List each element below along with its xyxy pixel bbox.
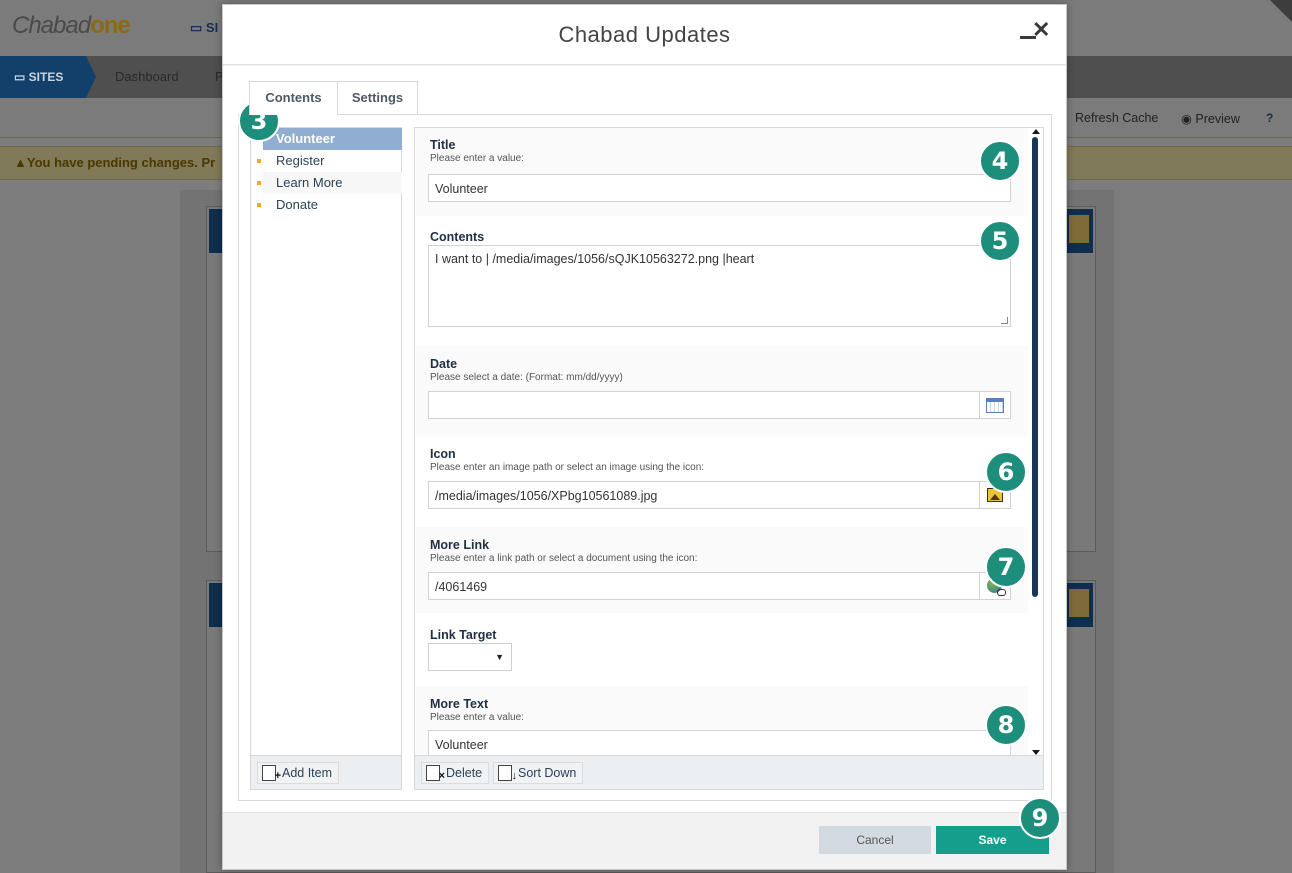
note-icon <box>1069 589 1089 617</box>
add-document-icon: + <box>262 765 281 782</box>
list-item-register[interactable]: Register <box>257 150 402 172</box>
form-scroll-area: Title Please enter a value: Volunteer Co… <box>415 128 1043 756</box>
icon-field: Icon Please enter an image path or selec… <box>416 436 1028 527</box>
sort-down-button[interactable]: ↓ Sort Down <box>493 762 584 784</box>
more-link-input[interactable]: /4061469 <box>428 572 980 600</box>
more-text-input[interactable]: Volunteer <box>428 730 1011 756</box>
item-form: Title Please enter a value: Volunteer Co… <box>414 127 1044 790</box>
dialog-title: Chabad Updates <box>558 22 731 47</box>
scroll-up-icon[interactable] <box>1032 129 1040 134</box>
more-link-label: More Link <box>430 538 490 552</box>
contents-textarea[interactable]: I want to | /media/images/1056/sQJK10563… <box>428 245 1011 327</box>
form-scrollbar[interactable] <box>1028 128 1043 756</box>
callout-badge: 6 <box>985 451 1027 493</box>
chabad-updates-dialog: Chabad Updates ✕ Contents Settings Volun… <box>222 4 1067 870</box>
more-text-field: More Text Please enter a value: Voluntee… <box>416 686 1028 756</box>
help-icon[interactable]: ? <box>1266 111 1273 125</box>
callout-badge: 9 <box>1019 797 1061 839</box>
date-label: Date <box>430 357 458 371</box>
contents-label: Contents <box>430 230 485 244</box>
nav-sites[interactable]: ▭ SITES <box>0 56 96 98</box>
note-icon <box>1069 215 1089 243</box>
icon-label: Icon <box>430 447 456 461</box>
title-help: Please enter a value: <box>430 153 524 164</box>
date-field: Date Please select a date: (Format: mm/d… <box>416 346 1028 436</box>
calendar-icon <box>986 398 1004 413</box>
corner-ribbon <box>1270 0 1292 22</box>
delete-button[interactable]: × Delete <box>421 762 490 784</box>
callout-badge: 4 <box>979 140 1021 182</box>
bullet-icon <box>257 181 261 185</box>
title-field: Title Please enter a value: Volunteer <box>416 128 1028 216</box>
callout-badge: 8 <box>985 704 1027 746</box>
contents-field: Contents I want to | /media/images/1056/… <box>416 216 1028 346</box>
tab-settings[interactable]: Settings <box>337 81 418 115</box>
close-button[interactable]: ✕ <box>1020 17 1051 45</box>
warning-icon: ▲ <box>14 155 27 170</box>
nav-dashboard[interactable]: Dashboard <box>115 56 179 98</box>
callout-badge: 7 <box>985 546 1027 588</box>
more-link-field: More Link Please enter a link path or se… <box>416 527 1028 613</box>
icon-input[interactable]: /media/images/1056/XPbg10561089.jpg <box>428 481 980 509</box>
chabad-one-logo[interactable]: Chabadone <box>12 12 131 40</box>
contents-panel: Volunteer Register Learn More Donate + A… <box>238 114 1052 801</box>
more-text-label: More Text <box>430 697 489 711</box>
preview-button[interactable]: ◉ Preview <box>1181 111 1240 126</box>
sort-down-icon: ↓ <box>498 765 517 782</box>
add-item-button[interactable]: + Add Item <box>257 762 340 784</box>
list-footer: + Add Item <box>251 755 401 789</box>
link-target-select[interactable]: ▼ <box>428 643 512 671</box>
more-text-help: Please enter a value: <box>430 712 524 723</box>
bullet-icon <box>257 159 261 163</box>
dialog-body: Contents Settings Volunteer Register Lea… <box>223 66 1066 812</box>
cancel-button[interactable]: Cancel <box>819 826 931 854</box>
chevron-down-icon: ▼ <box>495 652 504 662</box>
bullet-icon <box>257 203 261 207</box>
date-help: Please select a date: (Format: mm/dd/yyy… <box>430 372 623 383</box>
dialog-header: Chabad Updates ✕ <box>223 5 1066 65</box>
more-link-help: Please enter a link path or select a doc… <box>430 553 698 564</box>
close-icon: ✕ <box>1032 17 1051 42</box>
dialog-footer: Cancel Save <box>223 812 1066 869</box>
form-footer: × Delete ↓ Sort Down <box>415 755 1043 789</box>
eye-icon: ◉ <box>1181 112 1192 126</box>
item-list: Volunteer Register Learn More Donate + A… <box>250 127 402 790</box>
link-target-label: Link Target <box>430 628 497 642</box>
list-item-volunteer[interactable]: Volunteer <box>263 128 402 150</box>
delete-document-icon: × <box>426 765 445 782</box>
date-input[interactable] <box>428 391 980 419</box>
refresh-cache-button[interactable]: Refresh Cache <box>1075 111 1158 125</box>
list-item-learn-more[interactable]: Learn More <box>257 172 402 194</box>
site-label[interactable]: ▭ SI <box>190 20 218 36</box>
title-input[interactable]: Volunteer <box>428 174 1011 202</box>
scroll-thumb[interactable] <box>1032 137 1038 597</box>
date-picker-button[interactable] <box>979 391 1011 419</box>
list-item-donate[interactable]: Donate <box>257 194 402 216</box>
callout-badge: 5 <box>979 220 1021 262</box>
resize-grip-icon[interactable] <box>1001 317 1008 324</box>
icon-help: Please enter an image path or select an … <box>430 462 705 473</box>
link-target-field: Link Target ▼ <box>416 613 1028 686</box>
tab-contents[interactable]: Contents <box>249 81 338 115</box>
title-label: Title <box>430 138 456 152</box>
